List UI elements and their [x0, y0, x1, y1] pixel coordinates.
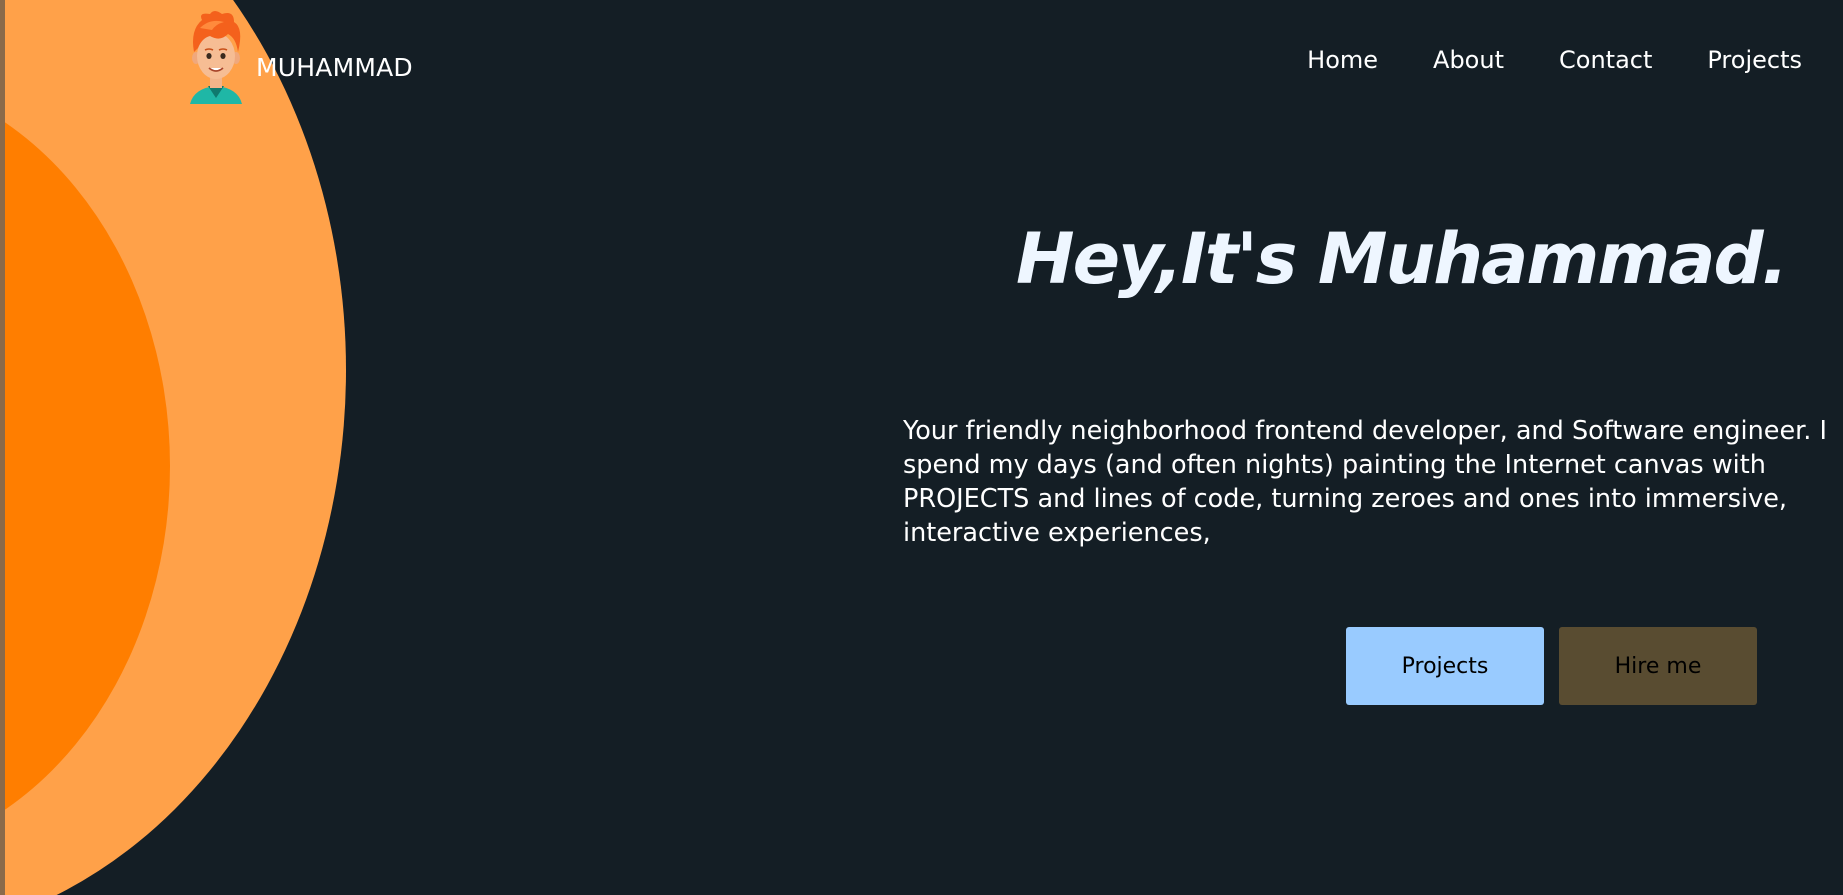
- left-edge-strip: [0, 0, 5, 895]
- projects-button[interactable]: Projects: [1346, 627, 1544, 705]
- brand-logo[interactable]: MUHAMMAD: [180, 8, 413, 104]
- avatar-icon: [190, 11, 242, 104]
- nav-menu: Home About Contact Projects: [1307, 46, 1802, 74]
- nav-link-home[interactable]: Home: [1307, 46, 1378, 74]
- landing-page: MUHAMMAD Home About Contact Projects Hey…: [0, 0, 1843, 895]
- nav-link-about[interactable]: About: [1433, 46, 1504, 74]
- hero-description: Your friendly neighborhood frontend deve…: [903, 416, 1828, 548]
- hire-me-button[interactable]: Hire me: [1559, 627, 1757, 705]
- hero-title: Hey,It's Muhammad.: [1016, 218, 1788, 300]
- nav-link-contact[interactable]: Contact: [1559, 46, 1652, 74]
- brand-name: MUHAMMAD: [256, 52, 413, 82]
- nav-link-projects[interactable]: Projects: [1707, 46, 1802, 74]
- navbar: MUHAMMAD Home About Contact Projects: [0, 0, 1843, 110]
